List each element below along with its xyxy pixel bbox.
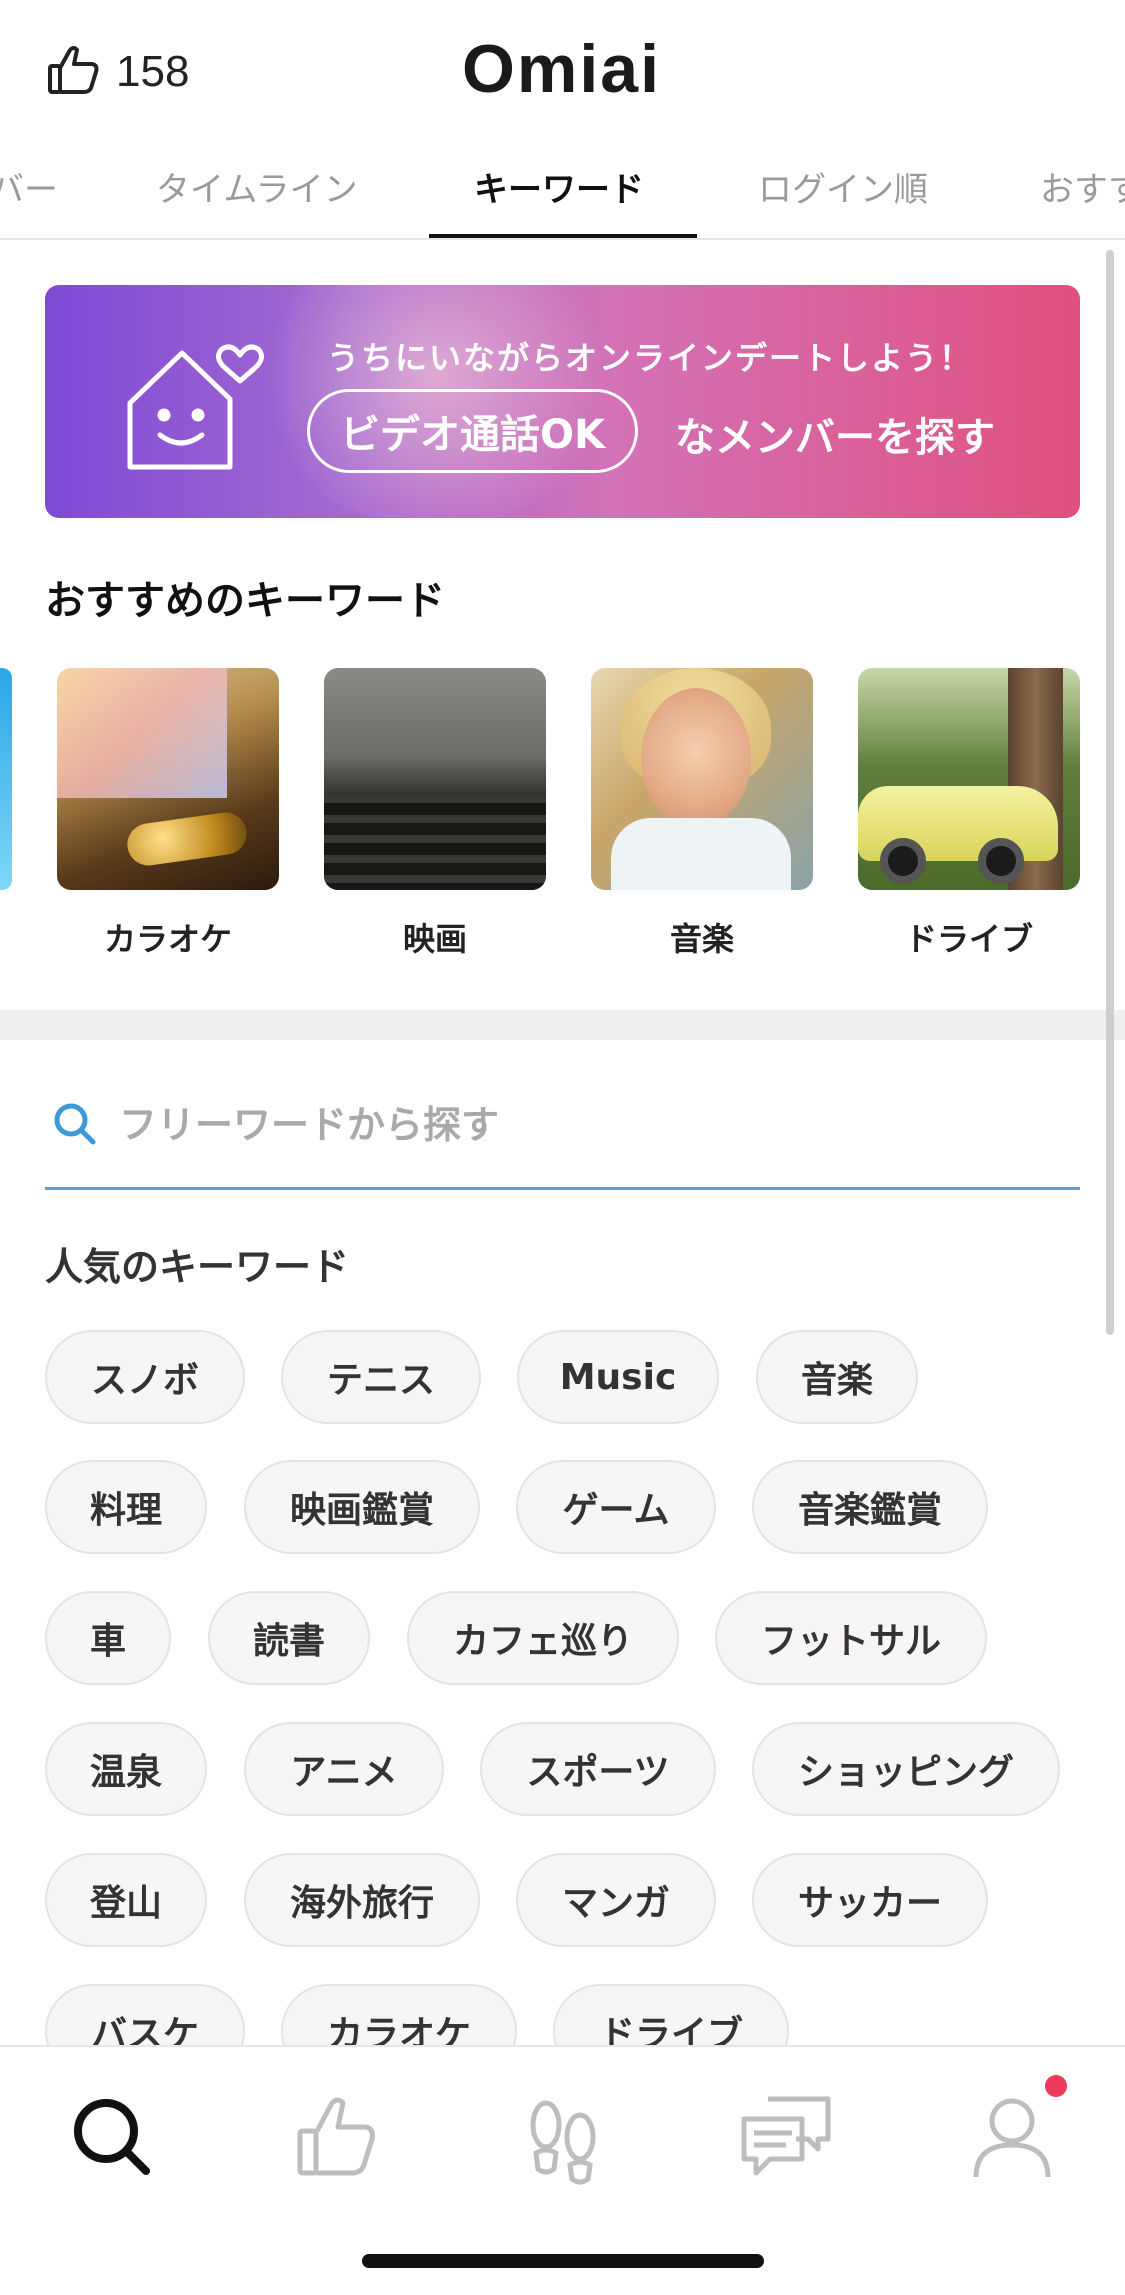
partial-card-edge[interactable] — [0, 668, 12, 890]
keyword-chip[interactable]: 登山 — [45, 1853, 207, 1947]
thumbs-up-icon — [44, 40, 104, 104]
footprints-icon — [512, 2100, 612, 2191]
keyword-chip[interactable]: 温泉 — [45, 1722, 207, 1816]
keyword-card-label: 映画 — [402, 920, 467, 958]
omiai-logo: Omiai — [462, 31, 661, 107]
video-call-banner[interactable]: うちにいながらオンラインデートしよう！ ビデオ通話OK なメンバーを探す — [45, 285, 1080, 518]
keyword-chip[interactable]: ショッピング — [752, 1722, 1060, 1816]
profile-icon — [962, 2098, 1062, 2191]
keyword-card-label: カラオケ — [103, 920, 232, 958]
keyword-card-karaoke[interactable]: カラオケ — [57, 668, 279, 960]
thumbs-up-icon — [286, 2097, 386, 2191]
nav-likes[interactable] — [286, 2087, 386, 2187]
section-divider — [0, 1010, 1125, 1040]
tab-login-order[interactable]: ログイン順 — [758, 162, 928, 211]
nav-footprints[interactable] — [512, 2087, 612, 2187]
karaoke-photo — [57, 668, 279, 890]
keyword-card-drive[interactable]: ドライブ — [858, 668, 1080, 960]
banner-headline: うちにいながらオンラインデートしよう！ — [327, 339, 974, 377]
search-icon — [62, 2099, 162, 2191]
keyword-card-movie[interactable]: 映画 — [324, 668, 546, 960]
messages-icon — [736, 2096, 836, 2191]
free-word-search[interactable] — [45, 1080, 1080, 1190]
app-header: 158 Omiai — [0, 0, 1125, 150]
keyword-chip[interactable]: アニメ — [244, 1722, 444, 1816]
keyword-chip[interactable]: フットサル — [715, 1591, 987, 1685]
keyword-chip[interactable]: 海外旅行 — [244, 1853, 480, 1947]
nav-search[interactable] — [62, 2087, 162, 2187]
keyword-chip[interactable]: 車 — [45, 1591, 171, 1685]
search-input[interactable] — [119, 1090, 1019, 1160]
cinema-photo — [324, 668, 546, 890]
video-call-ok-badge: ビデオ通話OK — [307, 389, 638, 473]
keyword-chip[interactable]: スポーツ — [480, 1722, 716, 1816]
keyword-chip[interactable]: 音楽 — [756, 1330, 918, 1424]
keyword-card-label: 音楽 — [669, 920, 734, 958]
keyword-card-music[interactable]: 音楽 — [591, 668, 813, 960]
search-icon — [51, 1100, 97, 1146]
popular-keywords-title: 人気のキーワード — [45, 1245, 350, 1289]
banner-subtext: なメンバーを探す — [675, 415, 995, 461]
likes-count: 158 — [116, 47, 190, 96]
nav-messages[interactable] — [736, 2087, 836, 2187]
tab-recommended[interactable]: おすす — [1040, 162, 1125, 211]
vertical-scrollbar[interactable] — [1106, 250, 1114, 1335]
smiling-house-icon — [120, 335, 270, 475]
recommended-keywords-title: おすすめのキーワード — [45, 578, 445, 624]
home-indicator[interactable] — [362, 2254, 764, 2268]
keyword-chip[interactable]: Music — [517, 1330, 719, 1424]
keyword-chip[interactable]: 料理 — [45, 1460, 207, 1554]
music-photo — [591, 668, 813, 890]
notification-dot — [1045, 2075, 1067, 2097]
keyword-chip[interactable]: ゲーム — [516, 1460, 716, 1554]
keyword-chip[interactable]: 映画鑑賞 — [244, 1460, 480, 1554]
keyword-chip[interactable]: カフェ巡り — [407, 1591, 679, 1685]
keyword-chip[interactable]: スノボ — [45, 1330, 245, 1424]
likes-counter[interactable]: 158 — [44, 40, 189, 104]
tab-timeline[interactable]: タイムライン — [156, 162, 358, 211]
drive-photo — [858, 668, 1080, 890]
keyword-chip[interactable]: マンガ — [516, 1853, 716, 1947]
keyword-chip[interactable]: サッカー — [752, 1853, 988, 1947]
keyword-chip[interactable]: テニス — [281, 1330, 481, 1424]
category-tabs: バー タイムライン キーワード ログイン順 おすす — [0, 150, 1125, 240]
active-tab-indicator — [429, 234, 697, 238]
keyword-chip[interactable]: 読書 — [208, 1591, 370, 1685]
keyword-card-label: ドライブ — [904, 920, 1033, 958]
keyword-chip[interactable]: 音楽鑑賞 — [752, 1460, 988, 1554]
tab-keyword[interactable]: キーワード — [474, 162, 644, 211]
nav-profile[interactable] — [962, 2087, 1062, 2187]
tab-bar[interactable]: バー — [0, 162, 58, 211]
